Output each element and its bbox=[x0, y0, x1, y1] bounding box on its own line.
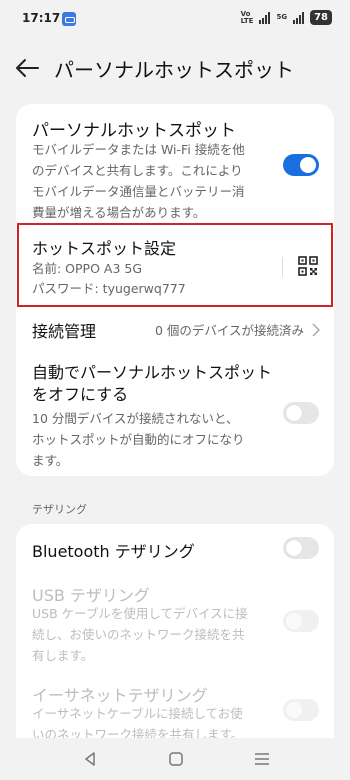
divider bbox=[282, 257, 283, 277]
hotspot-title: パーソナルホットスポット bbox=[32, 121, 236, 141]
hotspot-settings-title: ホットスポット設定 bbox=[32, 239, 177, 258]
usb-description: USB ケーブルを使用してデバイスに接 続し、お使いのネットワーク接続を共 有し… bbox=[32, 606, 248, 663]
ethernet-description: イーサネットケーブルに接続してお使 いのネットワーク接続を共有します。 bbox=[32, 706, 244, 738]
app-notification-icon bbox=[62, 12, 76, 26]
auto-off-description: 10 分間デバイスが接続されないと、 ホットスポットが自動的にオフになり ます。 bbox=[32, 411, 245, 468]
signal-1-icon bbox=[259, 11, 271, 24]
bluetooth-toggle[interactable] bbox=[283, 537, 319, 559]
hotspot-name: 名前: OPPO A3 5G bbox=[32, 261, 143, 276]
page-title: パーソナルホットスポット bbox=[54, 58, 294, 82]
qr-code-icon[interactable] bbox=[298, 256, 318, 276]
signal-2-icon bbox=[293, 11, 305, 24]
network-5g-label: 5G bbox=[276, 13, 288, 21]
connection-label: 接続管理 bbox=[32, 322, 97, 341]
status-bar: 17:17 Vo LTE 5G 78 bbox=[0, 0, 350, 40]
hotspot-password: パスワード: tyugerwq777 bbox=[32, 281, 186, 296]
connection-value: 0 個のデバイスが接続済み bbox=[154, 323, 304, 338]
tethering-card: Bluetooth テザリング USB テザリング USB ケーブルを使用してデ… bbox=[16, 524, 334, 738]
volte-indicator: Vo LTE bbox=[240, 9, 254, 25]
hotspot-settings-card: パーソナルホットスポット モバイルデータまたは Wi-Fi 接続を他 のデバイス… bbox=[16, 104, 334, 476]
tethering-section-label: テザリング bbox=[32, 503, 87, 516]
hotspot-toggle[interactable] bbox=[283, 154, 319, 176]
status-time: 17:17 bbox=[22, 11, 61, 25]
navigation-bar bbox=[0, 738, 350, 780]
ethernet-toggle bbox=[283, 699, 319, 721]
page-header: パーソナルホットスポット bbox=[0, 40, 350, 98]
auto-off-title: 自動でパーソナルホットスポット をオフにする bbox=[32, 363, 273, 404]
status-icons: Vo LTE 5G 78 bbox=[241, 10, 332, 25]
usb-toggle bbox=[283, 610, 319, 632]
nav-home-icon[interactable] bbox=[166, 749, 186, 769]
nav-back-icon[interactable] bbox=[80, 749, 100, 769]
chevron-right-icon bbox=[312, 323, 321, 341]
bluetooth-title: Bluetooth テザリング bbox=[32, 542, 195, 561]
nav-recents-icon[interactable] bbox=[252, 749, 272, 769]
auto-off-toggle[interactable] bbox=[283, 402, 319, 424]
back-arrow-icon[interactable] bbox=[14, 57, 40, 79]
hotspot-description: モバイルデータまたは Wi-Fi 接続を他 のデバイスと共有します。これにより … bbox=[32, 142, 245, 220]
battery-indicator: 78 bbox=[310, 10, 332, 25]
